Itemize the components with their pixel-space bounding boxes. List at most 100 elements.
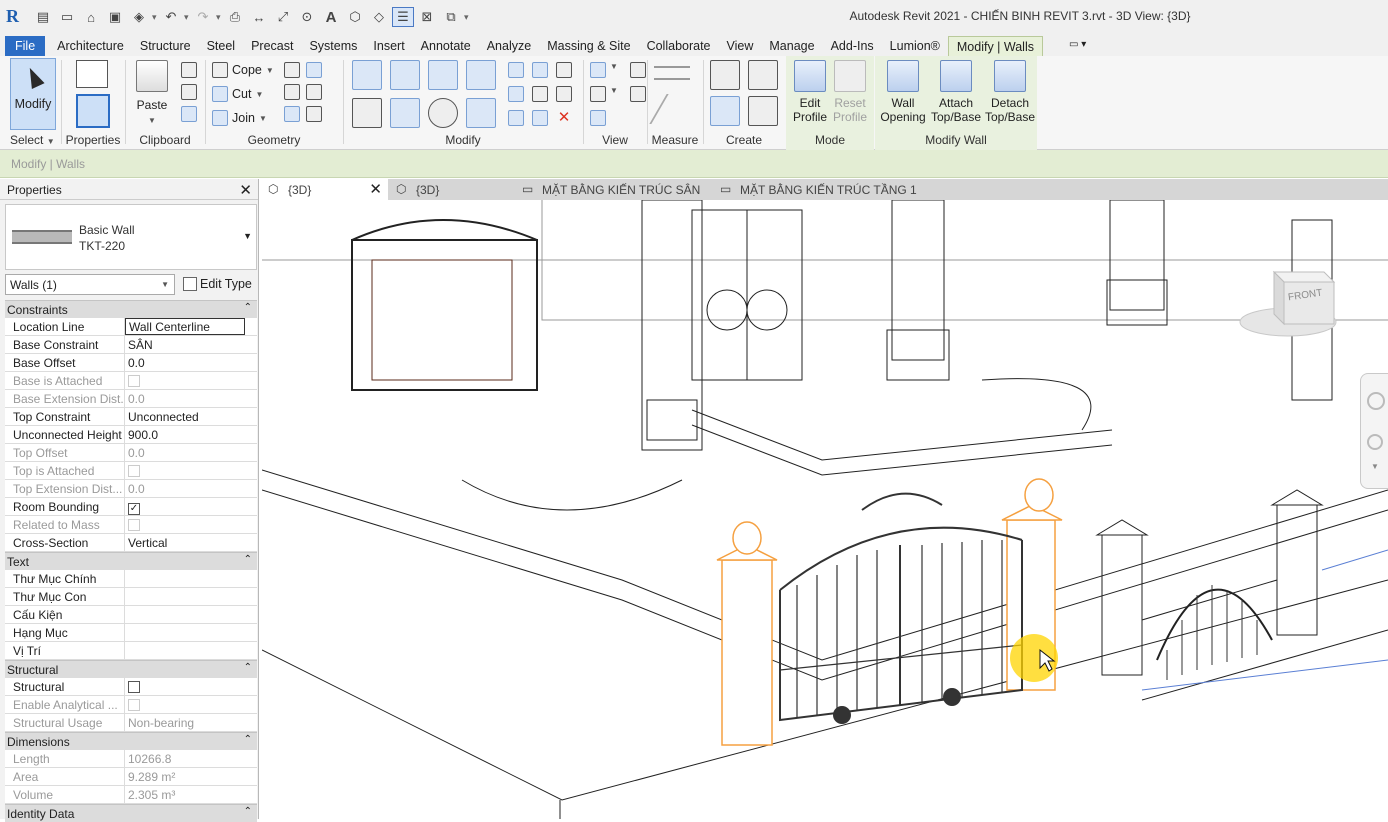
text-icon[interactable]: A bbox=[320, 7, 342, 27]
create-group-icon[interactable] bbox=[710, 96, 740, 126]
close-hidden-icon[interactable]: ⊠ bbox=[416, 7, 438, 27]
wall-joins-icon[interactable] bbox=[284, 62, 300, 78]
tab-modify-walls[interactable]: Modify | Walls bbox=[947, 36, 1043, 56]
collapse-icon[interactable]: ⌃ bbox=[244, 302, 252, 313]
save-icon[interactable]: ▣ bbox=[104, 7, 126, 27]
collapse-icon[interactable]: ⌃ bbox=[244, 662, 252, 673]
property-group-identity-data[interactable]: Identity Data ⌃ bbox=[5, 804, 257, 822]
property-value[interactable]: ✓ bbox=[125, 498, 257, 515]
mirror-axis-icon[interactable] bbox=[428, 60, 458, 90]
viewcube[interactable]: FRONT bbox=[1238, 262, 1338, 342]
type-properties-icon[interactable] bbox=[76, 60, 108, 88]
property-group-structural[interactable]: Structural ⌃ bbox=[5, 660, 257, 678]
eraser-icon[interactable] bbox=[590, 110, 606, 126]
tab-precast[interactable]: Precast bbox=[243, 36, 301, 56]
tab-insert[interactable]: Insert bbox=[365, 36, 412, 56]
cut-scissors-icon[interactable] bbox=[181, 62, 197, 78]
steering-wheel-icon[interactable] bbox=[1367, 392, 1385, 410]
measure-between-icon[interactable] bbox=[654, 66, 690, 80]
tab-systems[interactable]: Systems bbox=[301, 36, 365, 56]
property-row[interactable]: Vị Trí bbox=[5, 642, 257, 660]
sync-dropdown-icon[interactable]: ▾ bbox=[152, 7, 158, 27]
tab-massing-site[interactable]: Massing & Site bbox=[539, 36, 638, 56]
tab-view[interactable]: View bbox=[719, 36, 762, 56]
tab-structure[interactable]: Structure bbox=[132, 36, 199, 56]
property-row[interactable]: Top Constraint Unconnected bbox=[5, 408, 257, 426]
wall-opening-button[interactable]: Wall Opening bbox=[877, 60, 929, 124]
property-value[interactable] bbox=[125, 606, 257, 623]
linework-icon[interactable] bbox=[590, 86, 606, 102]
override-graphics-icon[interactable] bbox=[630, 62, 646, 78]
chevron-down-icon[interactable]: ▼ bbox=[243, 231, 252, 241]
split-element-icon[interactable] bbox=[508, 62, 524, 78]
split-face-icon[interactable] bbox=[284, 84, 300, 100]
revit-logo[interactable]: R bbox=[6, 6, 24, 26]
switch-windows-icon[interactable]: ⧉ bbox=[440, 7, 462, 27]
tag-icon[interactable]: ⊙ bbox=[296, 7, 318, 27]
demolish-icon[interactable] bbox=[284, 106, 300, 122]
tab-collaborate[interactable]: Collaborate bbox=[639, 36, 719, 56]
tab-lumion[interactable]: Lumion® bbox=[882, 36, 948, 56]
property-row[interactable]: Base Constraint SÂN bbox=[5, 336, 257, 354]
property-row[interactable]: Cross-Section Vertical bbox=[5, 534, 257, 552]
property-group-constraints[interactable]: Constraints ⌃ bbox=[5, 300, 257, 318]
paste-button[interactable]: Paste ▼ bbox=[130, 60, 174, 126]
modify-button[interactable]: Modify bbox=[10, 58, 56, 130]
property-value[interactable]: Wall Centerline bbox=[125, 318, 245, 335]
property-value[interactable]: Unconnected bbox=[125, 408, 257, 425]
instance-filter-select[interactable]: Walls (1) ▼ bbox=[5, 274, 175, 295]
property-row[interactable]: Location Line Wall Centerline bbox=[5, 318, 257, 336]
measure-icon[interactable]: ↔ bbox=[248, 7, 270, 27]
attach-top-base-button[interactable]: Attach Top/Base bbox=[929, 60, 983, 124]
zoom-icon[interactable] bbox=[1367, 434, 1383, 450]
panel-label-select[interactable]: Select ▼ bbox=[10, 133, 60, 147]
thin-lines-icon[interactable]: ☰ bbox=[392, 7, 414, 27]
hammer-icon[interactable] bbox=[306, 106, 322, 122]
scale-icon[interactable] bbox=[532, 86, 548, 102]
new-icon[interactable]: ▭ bbox=[56, 7, 78, 27]
collapse-icon[interactable]: ⌃ bbox=[244, 554, 252, 565]
view-tab-site-plan[interactable]: ▭ MẶT BẰNG KIẾN TRÚC SÂN bbox=[514, 179, 712, 200]
unpin-icon[interactable] bbox=[556, 62, 572, 78]
3d-viewport[interactable] bbox=[262, 200, 1388, 819]
customize-icon[interactable]: ▾ bbox=[464, 7, 470, 27]
dimension-icon[interactable]: ⤢ bbox=[272, 7, 294, 27]
property-row[interactable]: Cấu Kiện bbox=[5, 606, 257, 624]
mirror-draw-icon[interactable] bbox=[466, 60, 496, 90]
property-row[interactable]: Thư Mục Con bbox=[5, 588, 257, 606]
detach-top-base-button[interactable]: Detach Top/Base bbox=[983, 60, 1037, 124]
view-tab-3d[interactable]: ⬡ {3D} bbox=[388, 179, 514, 200]
type-selector[interactable]: Basic Wall TKT-220 ▼ bbox=[5, 204, 257, 270]
edit-profile-button[interactable]: Edit Profile bbox=[788, 60, 832, 124]
property-group-text[interactable]: Text ⌃ bbox=[5, 552, 257, 570]
collapse-icon[interactable]: ⌃ bbox=[244, 734, 252, 745]
tab-annotate[interactable]: Annotate bbox=[413, 36, 479, 56]
trim-multiple-icon[interactable] bbox=[508, 110, 524, 126]
array-icon[interactable] bbox=[508, 86, 524, 102]
trim-single-icon[interactable] bbox=[532, 110, 548, 126]
tab-add-ins[interactable]: Add-Ins bbox=[823, 36, 882, 56]
ribbon-display-toggle-icon[interactable]: ▭ ▾ bbox=[1043, 36, 1094, 56]
property-row[interactable]: Hạng Mục bbox=[5, 624, 257, 642]
property-value[interactable]: 900.0 bbox=[125, 426, 257, 443]
redo-icon[interactable]: ↷ bbox=[192, 7, 214, 27]
pin-icon[interactable] bbox=[556, 86, 572, 102]
property-value[interactable] bbox=[125, 624, 257, 641]
property-value[interactable]: SÂN bbox=[125, 336, 257, 353]
view-tab-floor-1-plan[interactable]: ▭ MẶT BẰNG KIẾN TRÚC TẦNG 1 bbox=[712, 179, 924, 200]
redo-dropdown-icon[interactable]: ▾ bbox=[216, 7, 222, 27]
property-row[interactable]: Thư Mục Chính bbox=[5, 570, 257, 588]
align-icon[interactable] bbox=[352, 60, 382, 90]
paint-icon[interactable] bbox=[306, 84, 322, 100]
undo-icon[interactable]: ↶ bbox=[160, 7, 182, 27]
copy-elements-icon[interactable] bbox=[390, 98, 420, 128]
tab-file[interactable]: File bbox=[5, 36, 46, 56]
cope-button[interactable]: Cope ▼ bbox=[212, 60, 274, 80]
create-assembly-icon[interactable] bbox=[748, 60, 778, 90]
tab-analyze[interactable]: Analyze bbox=[479, 36, 539, 56]
print-icon[interactable]: ⎙ bbox=[224, 7, 246, 27]
cube-icon[interactable] bbox=[306, 62, 322, 78]
view-tab-3d-active[interactable]: ⬡ {3D} ✕ bbox=[260, 179, 388, 200]
tab-architecture[interactable]: Architecture bbox=[49, 36, 132, 56]
property-value[interactable] bbox=[125, 642, 257, 659]
